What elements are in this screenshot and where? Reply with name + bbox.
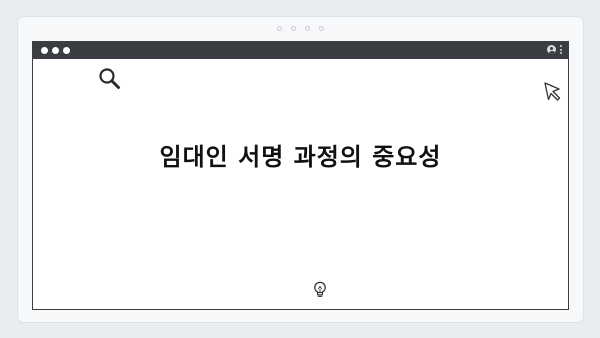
pagination-dot — [277, 26, 282, 31]
cursor-icon — [544, 82, 561, 101]
user-icon[interactable] — [547, 45, 556, 54]
page-title: 임대인 서명 과정의 중요성 — [159, 143, 442, 171]
close-window-button[interactable] — [41, 47, 48, 54]
window-controls — [41, 47, 70, 54]
slide-frame: 임대인 서명 과정의 중요성 — [18, 17, 583, 322]
pagination-dot — [319, 26, 324, 31]
pagination-dot — [305, 26, 310, 31]
minimize-window-button[interactable] — [52, 47, 59, 54]
window-titlebar — [33, 42, 568, 59]
browser-window: 임대인 서명 과정의 중요성 — [32, 41, 569, 310]
pagination-dots — [18, 26, 583, 31]
pagination-dot — [291, 26, 296, 31]
search-icon — [99, 68, 120, 89]
titlebar-actions — [547, 45, 562, 54]
kebab-menu-icon[interactable] — [560, 45, 562, 54]
maximize-window-button[interactable] — [63, 47, 70, 54]
lightbulb-icon — [314, 281, 326, 297]
